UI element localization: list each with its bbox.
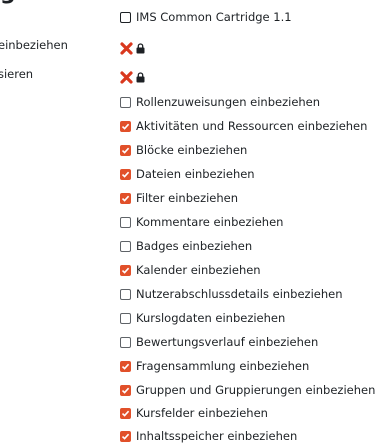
checkbox-label: Kursfelder einbeziehen: [136, 406, 268, 420]
setting-label-include: einbeziehen: [0, 38, 68, 52]
checkbox-label: Inhaltsspeicher einbeziehen: [136, 429, 298, 443]
setting-status-include: [120, 38, 145, 58]
checkbox-ims-common-cartridge[interactable]: IMS Common Cartridge 1.1: [120, 7, 292, 27]
checkbox-box[interactable]: [120, 216, 131, 228]
checkbox-box[interactable]: [120, 264, 131, 276]
checkbox-label: Filter einbeziehen: [136, 191, 239, 205]
checkbox-label: Bewertungsverlauf einbeziehen: [136, 335, 319, 349]
checkbox-option-gruppen[interactable]: Gruppen und Gruppierungen einbeziehen: [120, 380, 375, 400]
checkbox-option-dateien[interactable]: Dateien einbeziehen: [120, 164, 255, 184]
checkbox-label: Kurslogdaten einbeziehen: [136, 311, 286, 325]
checkbox-label: Aktivitäten und Ressourcen einbeziehen: [136, 119, 368, 133]
section-heading: g: [0, 0, 16, 5]
checkbox-option-nutzerabschlussdetails[interactable]: Nutzerabschlussdetails einbeziehen: [120, 284, 343, 304]
checkbox-option-filter[interactable]: Filter einbeziehen: [120, 188, 238, 208]
cross-icon: [120, 41, 133, 55]
checkbox-option-kommentare[interactable]: Kommentare einbeziehen: [120, 212, 283, 232]
checkbox-option-kursfelder[interactable]: Kursfelder einbeziehen: [120, 403, 268, 423]
checkbox-box[interactable]: [120, 144, 131, 156]
lock-icon: [136, 42, 145, 54]
setting-status-anonymize: [120, 67, 145, 87]
setting-label-anonymize: sieren: [0, 67, 34, 81]
checkbox-label: Fragensammlung einbeziehen: [136, 359, 310, 373]
checkbox-label: Badges einbeziehen: [136, 239, 253, 253]
cross-icon: [120, 70, 133, 84]
checkbox-label: Dateien einbeziehen: [136, 167, 255, 181]
checkbox-label: Kalender einbeziehen: [136, 263, 261, 277]
checkbox-option-inhaltsspeicher[interactable]: Inhaltsspeicher einbeziehen: [120, 426, 297, 446]
checkbox-box[interactable]: [120, 96, 131, 108]
checkbox-box[interactable]: [120, 168, 131, 180]
checkbox-box[interactable]: [120, 240, 131, 252]
checkbox-label: IMS Common Cartridge 1.1: [136, 10, 292, 24]
checkbox-box[interactable]: [120, 360, 131, 372]
checkbox-box[interactable]: [120, 288, 131, 300]
checkbox-label: Rollenzuweisungen einbeziehen: [136, 95, 321, 109]
checkbox-box[interactable]: [120, 11, 131, 23]
checkbox-option-aktivitaeten[interactable]: Aktivitäten und Ressourcen einbeziehen: [120, 116, 367, 136]
lock-icon: [136, 71, 145, 83]
checkbox-option-kalender[interactable]: Kalender einbeziehen: [120, 260, 261, 280]
checkbox-option-bloecke[interactable]: Blöcke einbeziehen: [120, 140, 247, 160]
checkbox-option-fragensammlung[interactable]: Fragensammlung einbeziehen: [120, 356, 309, 376]
checkbox-box[interactable]: [120, 192, 131, 204]
checkbox-option-kurslogdaten[interactable]: Kurslogdaten einbeziehen: [120, 308, 285, 328]
checkbox-box[interactable]: [120, 336, 131, 348]
checkbox-label: Blöcke einbeziehen: [136, 143, 248, 157]
checkbox-option-bewertungsverlauf[interactable]: Bewertungsverlauf einbeziehen: [120, 332, 318, 352]
checkbox-box[interactable]: [120, 430, 131, 442]
checkbox-option-badges[interactable]: Badges einbeziehen: [120, 236, 252, 256]
checkbox-option-rollenzuweisungen[interactable]: Rollenzuweisungen einbeziehen: [120, 92, 320, 112]
checkbox-label: Nutzerabschlussdetails einbeziehen: [136, 287, 343, 301]
checkbox-box[interactable]: [120, 407, 131, 419]
checkbox-box[interactable]: [120, 312, 131, 324]
checkbox-box[interactable]: [120, 384, 131, 396]
checkbox-label: Kommentare einbeziehen: [136, 215, 284, 229]
checkbox-label: Gruppen und Gruppierungen einbeziehen: [136, 383, 376, 397]
checkbox-box[interactable]: [120, 120, 131, 132]
